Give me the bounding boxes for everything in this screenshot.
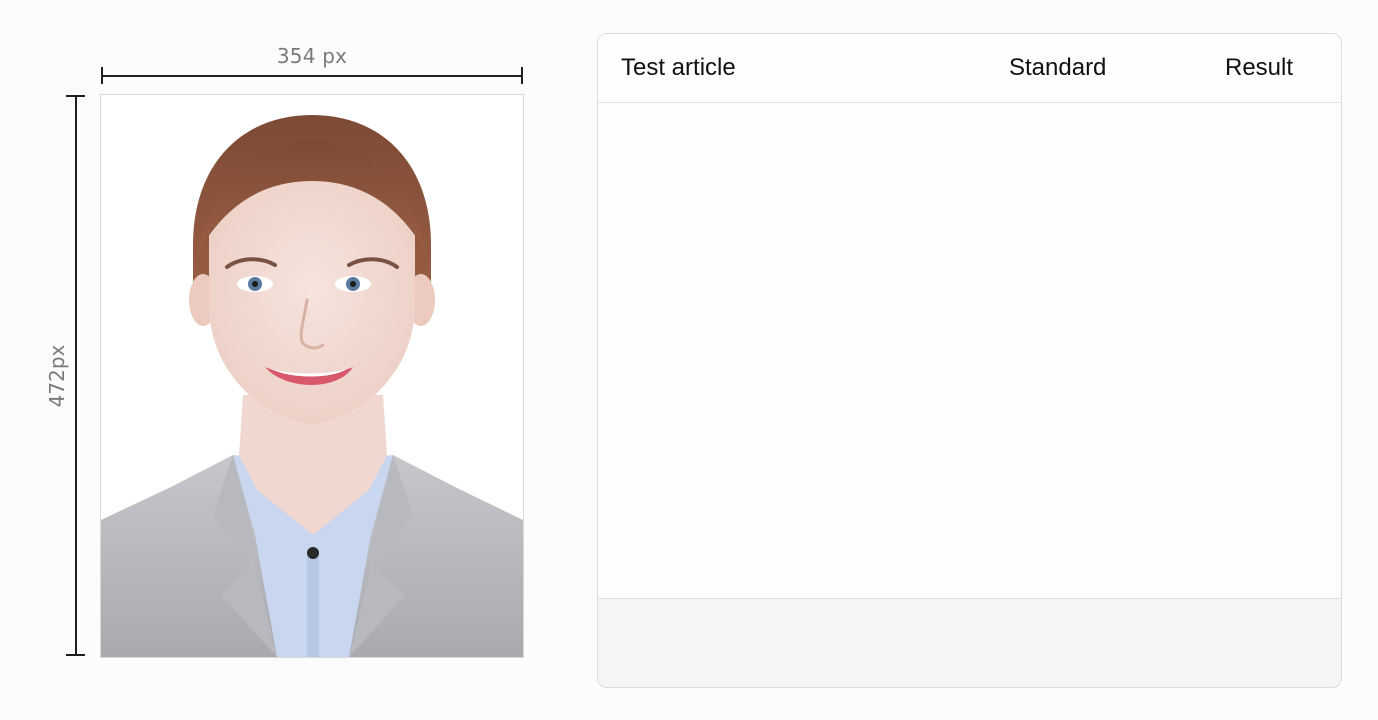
width-dimension-tick-left [101, 67, 103, 84]
portrait-illustration [101, 95, 523, 657]
id-photo [100, 94, 524, 658]
height-dimension-line [75, 96, 77, 656]
width-dimension-line [101, 75, 523, 77]
column-header-test-article: Test article [621, 54, 736, 81]
table-body [598, 103, 1341, 598]
width-dimension-tick-right [521, 67, 523, 84]
table-header: Test article Standard Result [598, 34, 1341, 103]
column-header-result: Result [1225, 54, 1294, 81]
height-dimension-tick-top [66, 95, 85, 97]
height-dimension-tick-bottom [66, 654, 85, 656]
width-dimension-label: 354 px [276, 44, 348, 68]
results-table-panel: Test article Standard Result [597, 33, 1342, 688]
height-dimension-label: 472px [45, 344, 69, 408]
column-header-standard: Standard [1009, 54, 1107, 81]
table-footer [598, 598, 1341, 687]
